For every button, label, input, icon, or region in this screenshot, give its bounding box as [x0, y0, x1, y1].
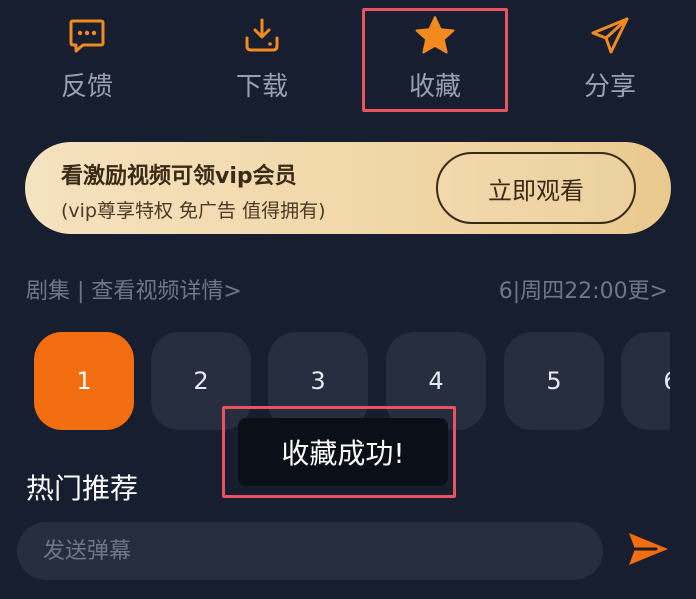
- update-schedule-link[interactable]: 6|周四22:00更>: [499, 273, 668, 305]
- vip-title: 看激励视频可领vip会员: [61, 164, 297, 189]
- share-label: 分享: [583, 72, 636, 102]
- download-button[interactable]: 下载: [192, 14, 332, 110]
- episode-tile-2[interactable]: 2: [151, 332, 251, 430]
- episode-tile-4[interactable]: 4: [386, 332, 486, 430]
- video-detail-panel: 反馈 下载 收藏 分享 看激励视频可领vip会员 (vip尊享特权 免广告 值得…: [0, 0, 696, 599]
- download-icon: [240, 14, 284, 58]
- chat-bubble-icon: [65, 14, 109, 58]
- episode-tile-5[interactable]: 5: [504, 332, 604, 430]
- paper-plane-icon: [588, 14, 632, 58]
- danmaku-input[interactable]: [17, 522, 603, 580]
- episode-tile-6[interactable]: 6: [621, 332, 670, 430]
- feedback-label: 反馈: [60, 72, 113, 102]
- vip-subtitle: (vip尊享特权 免广告 值得拥有): [61, 200, 326, 222]
- favorite-success-toast: 收藏成功!: [238, 418, 448, 486]
- vip-banner[interactable]: 看激励视频可领vip会员 (vip尊享特权 免广告 值得拥有) 立即观看: [25, 142, 671, 234]
- star-icon: [413, 14, 457, 58]
- favorite-button[interactable]: 收藏: [365, 14, 505, 110]
- episode-tile-3[interactable]: 3: [268, 332, 368, 430]
- feedback-button[interactable]: 反馈: [17, 14, 157, 110]
- share-button[interactable]: 分享: [540, 14, 680, 110]
- favorite-label: 收藏: [408, 72, 461, 102]
- send-danmaku-button[interactable]: [624, 530, 672, 572]
- hot-recommend-title: 热门推荐: [26, 472, 139, 505]
- watch-now-button[interactable]: 立即观看: [436, 152, 636, 224]
- send-icon: [626, 530, 670, 572]
- episode-details-link[interactable]: 剧集 | 查看视频详情>: [26, 273, 242, 305]
- download-label: 下载: [235, 72, 288, 102]
- episode-tile-1[interactable]: 1: [34, 332, 134, 430]
